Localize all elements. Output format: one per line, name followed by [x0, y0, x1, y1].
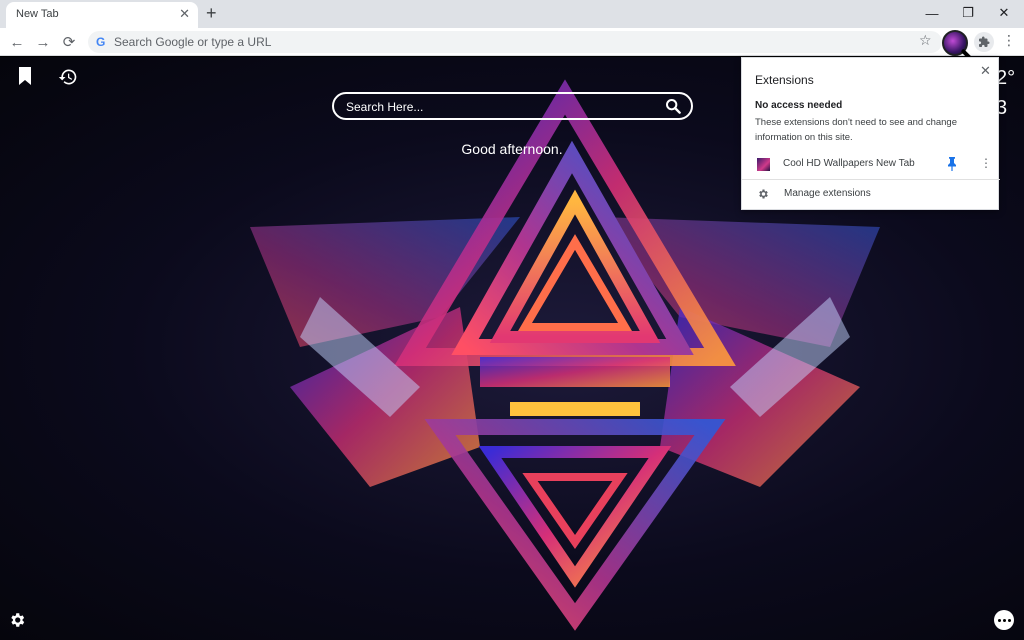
reload-icon[interactable]: ⟳ [59, 32, 79, 52]
extension-name: Cool HD Wallpapers New Tab [783, 158, 915, 169]
close-window-button[interactable]: ✕ [986, 2, 1022, 24]
back-icon[interactable]: ← [7, 32, 27, 52]
page-search-placeholder: Search Here... [346, 100, 424, 114]
browser-toolbar: ← → ⟳ G Search Google or type a URL ☆ ⋮ [0, 28, 1024, 56]
extensions-puzzle-icon[interactable] [974, 32, 994, 52]
omnibox[interactable]: G Search Google or type a URL [88, 31, 942, 53]
bookmark-star-icon[interactable]: ☆ [919, 32, 932, 49]
minimize-button[interactable]: — [914, 2, 950, 24]
tab-title: New Tab [16, 8, 59, 20]
more-options-icon[interactable] [994, 610, 1014, 630]
browser-menu-icon[interactable]: ⋮ [1002, 33, 1016, 47]
manage-extensions-button[interactable]: Manage extensions [742, 185, 1000, 205]
extension-more-icon[interactable]: ⋮ [980, 156, 992, 170]
popup-divider [742, 179, 1000, 180]
popup-close-icon[interactable]: ✕ [980, 63, 991, 79]
no-access-heading: No access needed [755, 100, 843, 111]
no-access-description: These extensions don't need to see and c… [755, 117, 957, 143]
manage-extensions-label: Manage extensions [784, 188, 871, 199]
extensions-popup: Extensions ✕ No access needed These exte… [741, 57, 1000, 210]
page-search-input[interactable]: Search Here... [332, 92, 693, 120]
tab-strip: New Tab ✕ + — ❐ ✕ [0, 0, 1024, 28]
popup-title: Extensions [755, 73, 814, 87]
extension-thumbnail-icon [757, 158, 770, 171]
google-icon: G [96, 35, 106, 49]
history-icon[interactable] [58, 67, 78, 87]
restore-button[interactable]: ❐ [950, 2, 986, 24]
search-icon[interactable] [665, 98, 681, 114]
omnibox-placeholder: Search Google or type a URL [114, 35, 272, 49]
tab-close-icon[interactable]: ✕ [179, 7, 190, 21]
extension-item[interactable]: Cool HD Wallpapers New Tab ⋮ [742, 154, 1000, 176]
tab-new-tab[interactable]: New Tab ✕ [6, 2, 198, 28]
forward-icon[interactable]: → [33, 32, 53, 52]
manage-gear-icon [759, 189, 768, 199]
pin-icon[interactable] [947, 157, 957, 171]
settings-gear-icon[interactable] [8, 611, 26, 629]
bookmark-icon[interactable] [18, 67, 32, 85]
new-tab-button[interactable]: + [206, 3, 217, 23]
